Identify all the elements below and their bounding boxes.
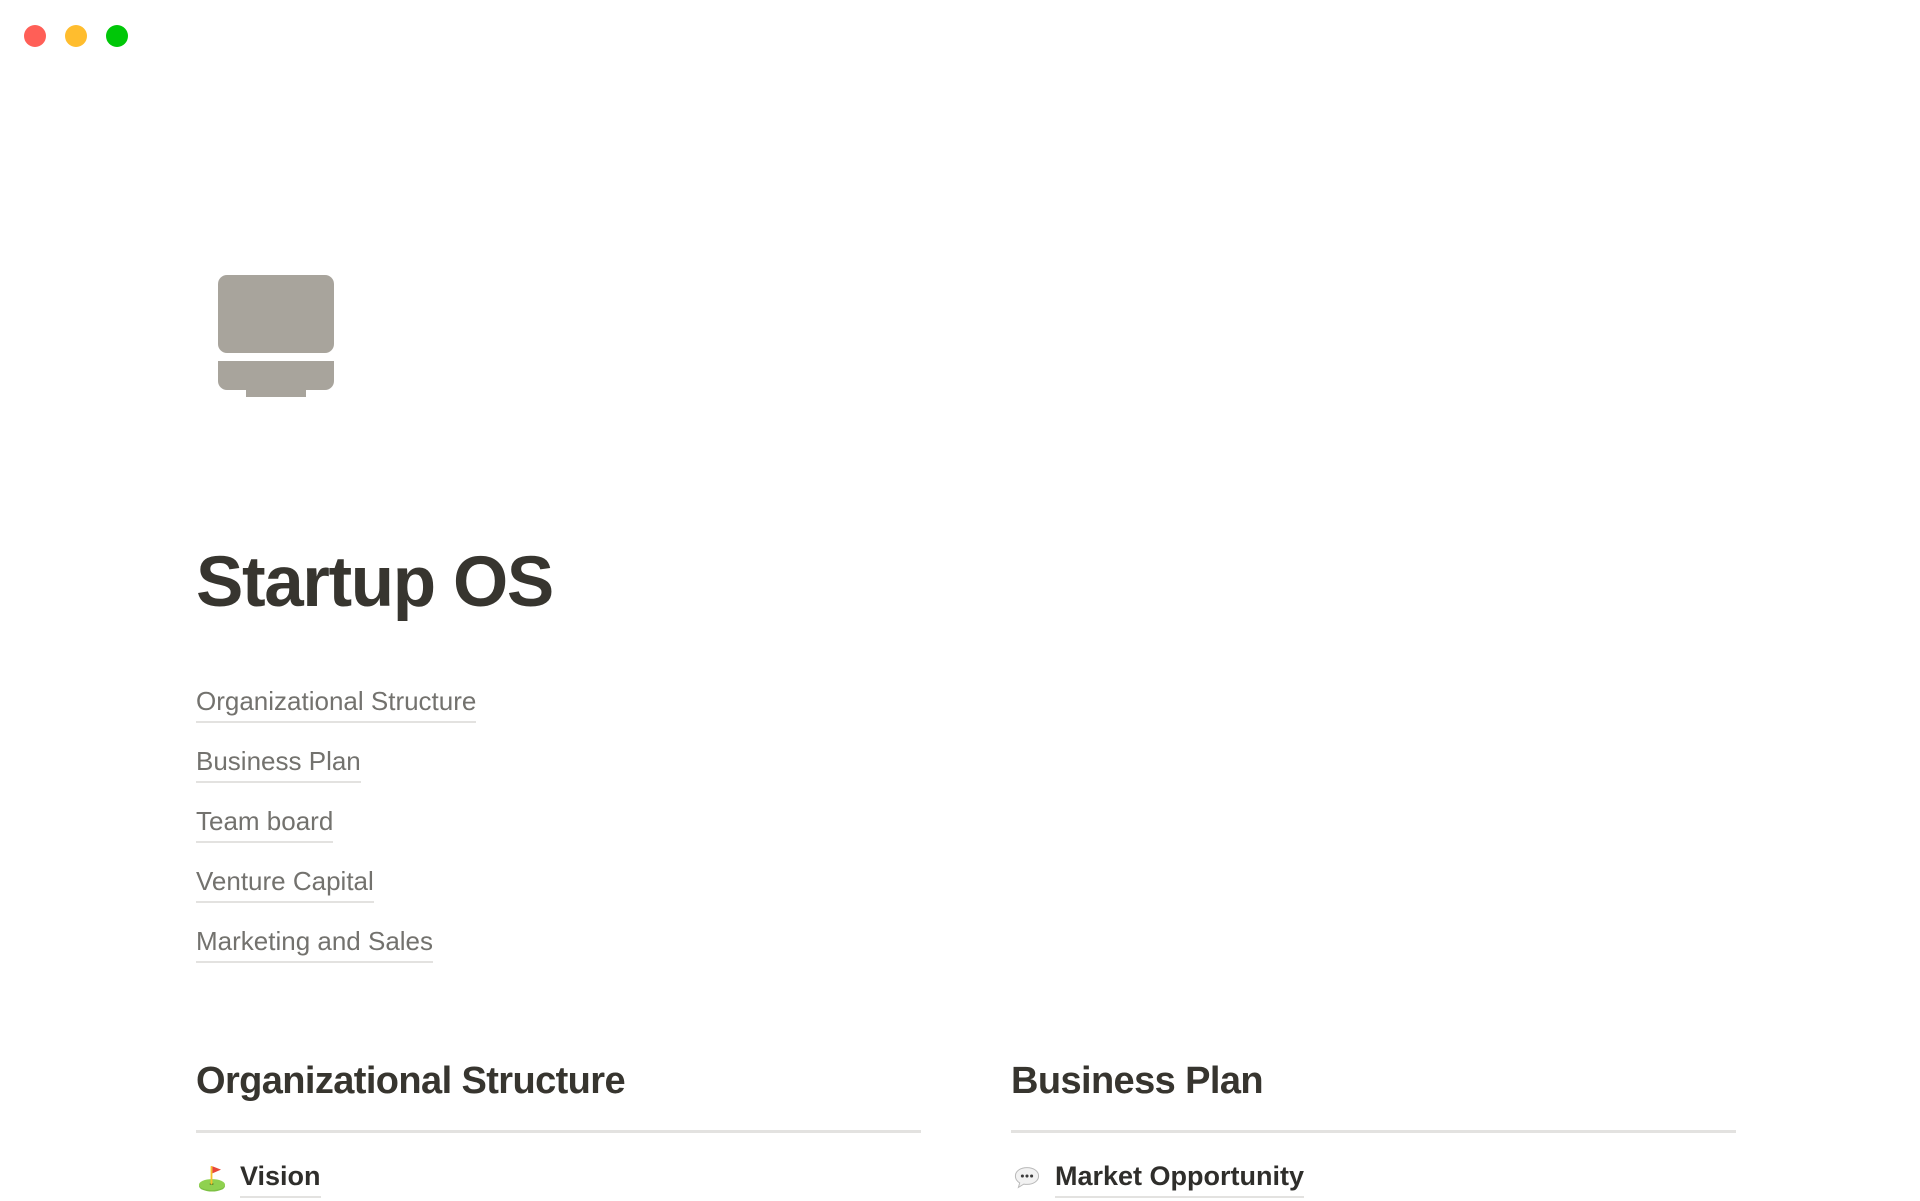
list-item: Venture Capital xyxy=(196,864,896,924)
page-link-marketing-and-sales[interactable]: Marketing and Sales xyxy=(196,924,434,963)
section-heading: Organizational Structure xyxy=(196,1060,626,1102)
page-link-organizational-structure[interactable]: Organizational Structure xyxy=(196,684,477,723)
page-link-venture-capital[interactable]: Venture Capital xyxy=(196,864,374,903)
window-controls xyxy=(24,25,128,47)
window-titlebar xyxy=(0,0,1920,72)
page-canvas: Startup OS Organizational Structure Busi… xyxy=(0,72,1920,1200)
close-window-button[interactable] xyxy=(24,25,46,47)
list-item: Business Plan xyxy=(196,744,896,804)
section-divider xyxy=(196,1130,921,1133)
section-divider xyxy=(1011,1130,1736,1133)
section-heading: Business Plan xyxy=(1011,1060,1264,1102)
column-organizational-structure: Organizational Structure Vision xyxy=(196,1057,921,1201)
sub-page-link-vision[interactable]: Vision xyxy=(240,1159,321,1198)
list-item: Vision xyxy=(196,1155,921,1201)
list-item: Marketing and Sales xyxy=(196,924,896,984)
golf-flag-in-hole-icon xyxy=(196,1162,228,1194)
sub-page-link-market-opportunity[interactable]: Market Opportunity xyxy=(1055,1159,1305,1198)
section-item-list: Vision xyxy=(196,1155,921,1201)
list-item: Team board xyxy=(196,804,896,864)
section-columns: Organizational Structure Vision Business… xyxy=(196,1057,1736,1201)
maximize-window-button[interactable] xyxy=(106,25,128,47)
column-business-plan: Business Plan Market Opportunity xyxy=(1011,1057,1736,1201)
section-item-list: Market Opportunity xyxy=(1011,1155,1736,1201)
page-link-list: Organizational Structure Business Plan T… xyxy=(196,684,896,984)
list-item: Organizational Structure xyxy=(196,684,896,744)
list-item: Market Opportunity xyxy=(1011,1155,1736,1201)
desktop-computer-icon[interactable] xyxy=(212,275,340,397)
page-title: Startup OS xyxy=(196,543,554,622)
page-link-team-board[interactable]: Team board xyxy=(196,804,334,843)
speech-balloon-icon xyxy=(1011,1162,1043,1194)
minimize-window-button[interactable] xyxy=(65,25,87,47)
page-link-business-plan[interactable]: Business Plan xyxy=(196,744,361,783)
